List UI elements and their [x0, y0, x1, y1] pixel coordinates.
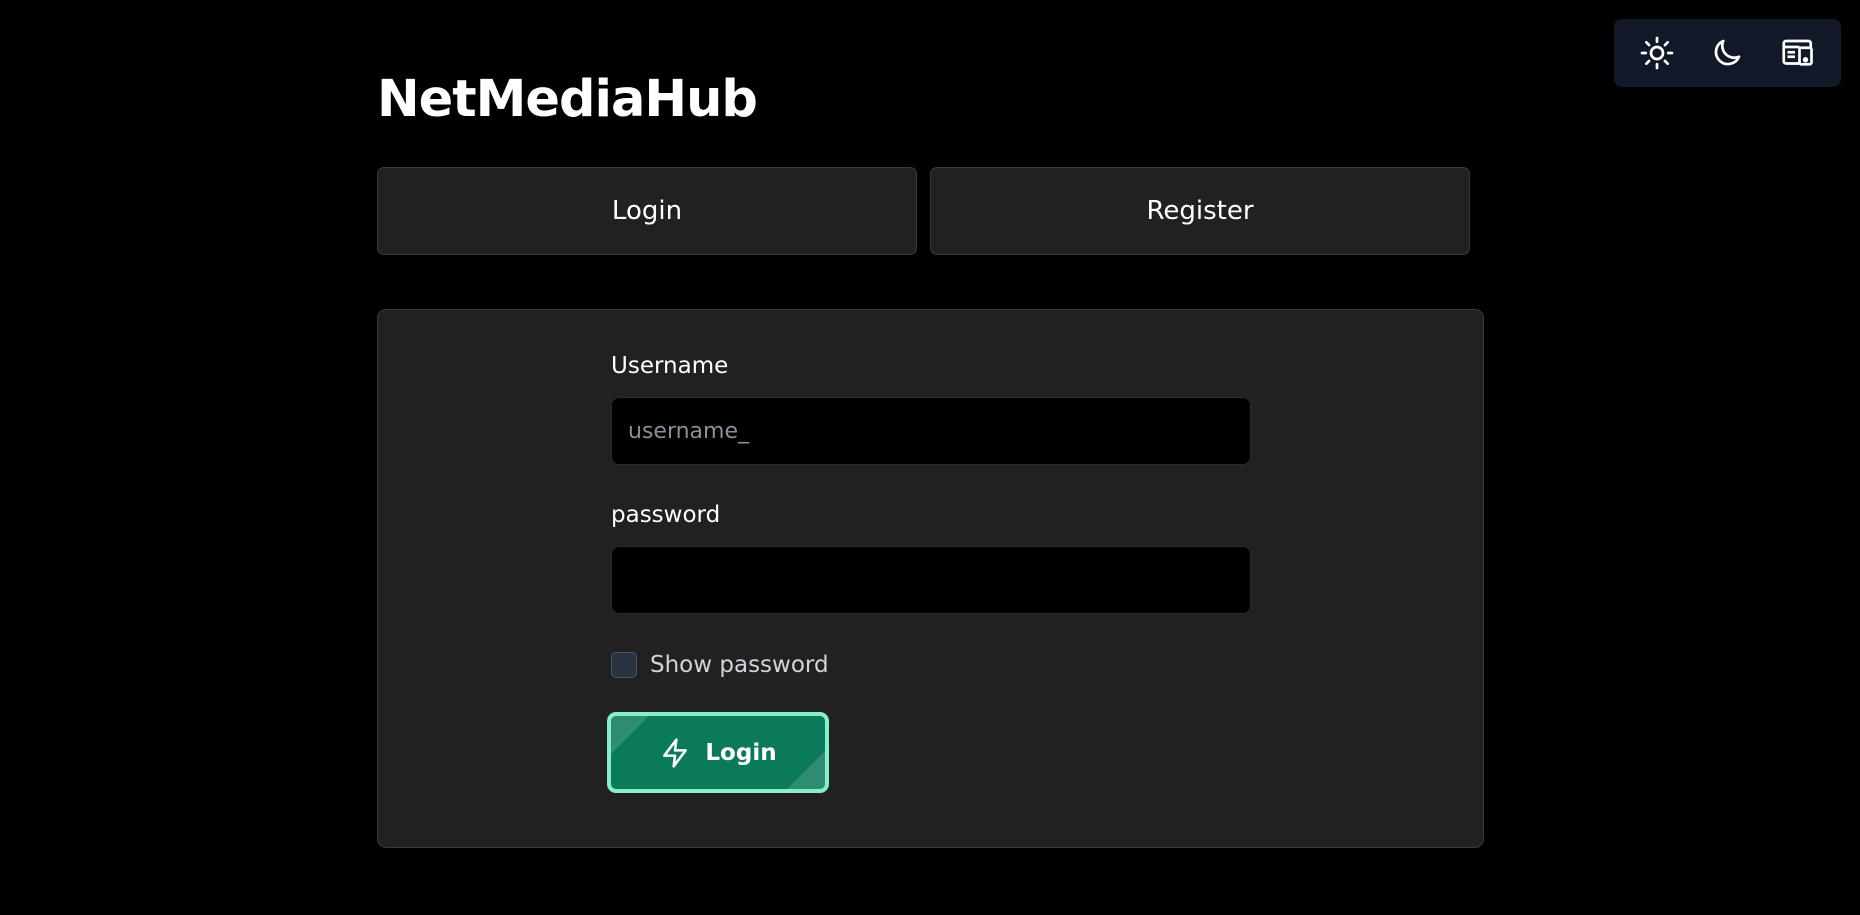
login-page: NetMediaHub Login Register Username pass… [0, 0, 1860, 915]
login-button-label: Login [705, 739, 777, 766]
theme-switcher [1614, 19, 1841, 87]
login-button[interactable]: Login [607, 712, 829, 793]
username-label: Username [611, 353, 729, 379]
light-theme-button[interactable] [1633, 29, 1681, 77]
moon-icon [1715, 39, 1741, 66]
tab-login[interactable]: Login [377, 167, 917, 255]
system-theme-button[interactable] [1774, 29, 1822, 77]
username-input[interactable] [611, 397, 1251, 465]
login-form-panel: Username password Show password Login [377, 309, 1484, 848]
sun-icon [1640, 36, 1674, 70]
device-icon [1782, 39, 1813, 66]
lightning-icon [663, 737, 688, 768]
show-password-label: Show password [650, 652, 829, 678]
app-title: NetMediaHub [377, 70, 758, 129]
show-password-toggle[interactable]: Show password [611, 650, 829, 680]
dark-theme-button[interactable] [1703, 29, 1751, 77]
password-input[interactable] [611, 546, 1251, 614]
password-label: password [611, 502, 721, 528]
show-password-checkbox[interactable] [611, 652, 637, 678]
tab-register[interactable]: Register [930, 167, 1470, 255]
